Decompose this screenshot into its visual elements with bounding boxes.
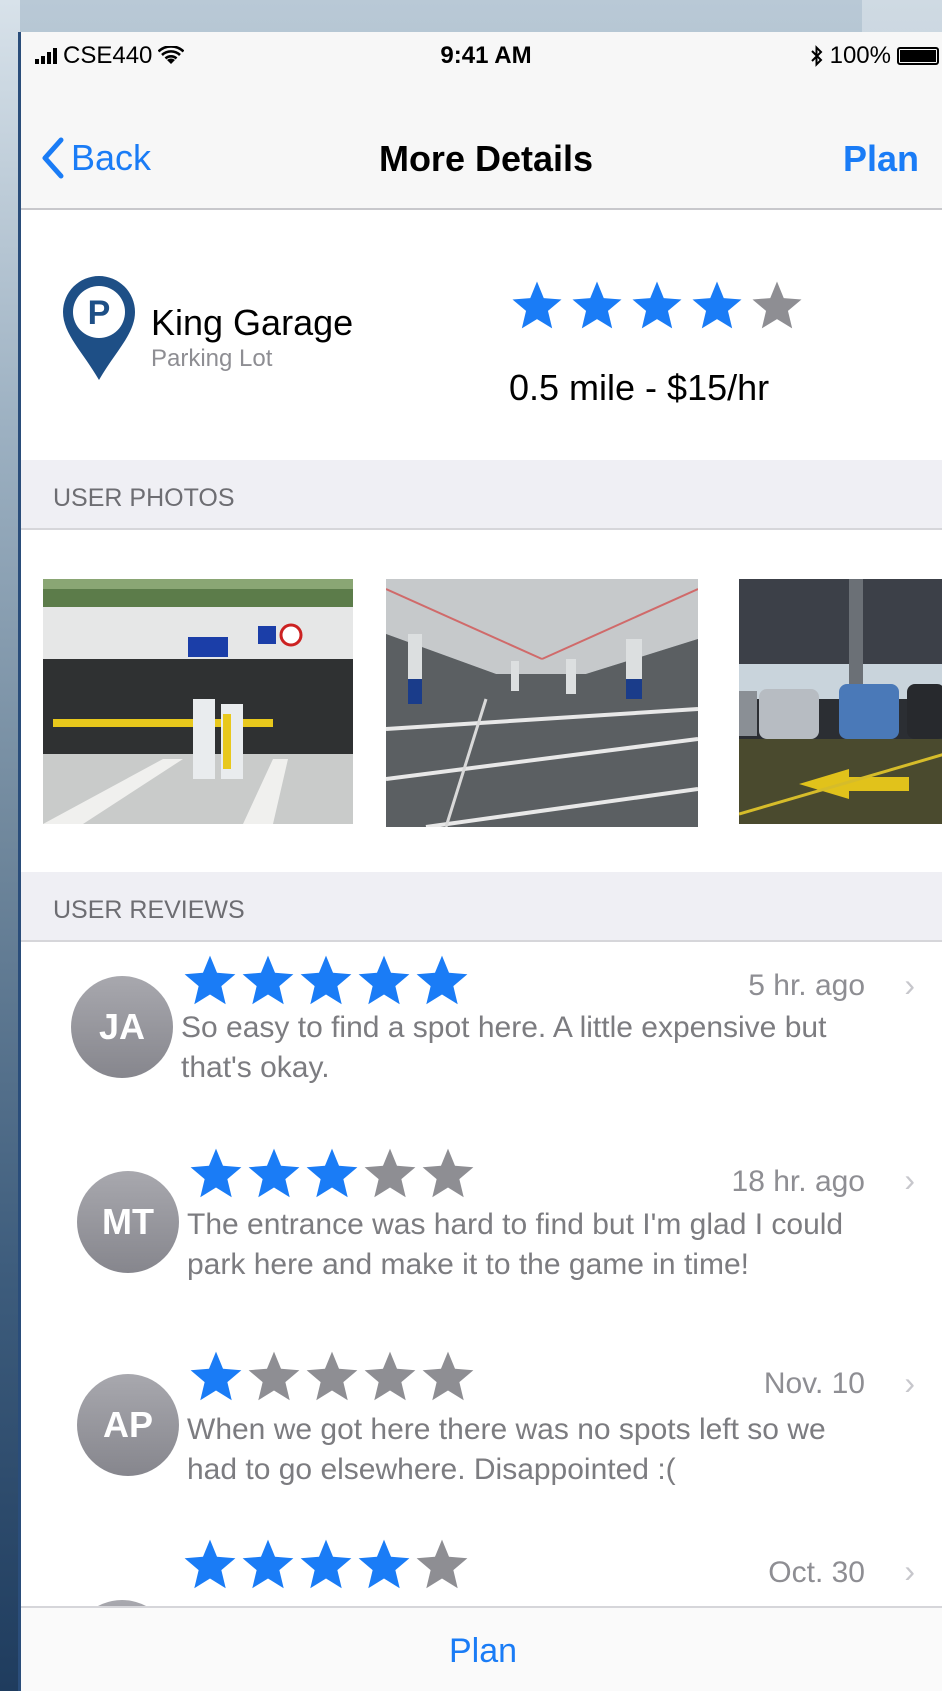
star-icon [364,1148,416,1198]
review-row[interactable]: AP Nov. 10 › When we got here there was … [21,1348,942,1548]
review-rating [187,1348,477,1406]
star-icon [572,281,622,329]
user-photo[interactable] [43,579,353,824]
plan-nav-button[interactable]: Plan [843,138,919,180]
avatar: AP [77,1374,179,1476]
plan-bottom-button[interactable]: Plan [21,1606,942,1691]
chevron-right-icon: › [904,1553,915,1589]
review-time: 5 hr. ago [748,969,865,1002]
star-icon [184,955,236,1005]
review-row[interactable]: JA 5 hr. ago › So easy to find a spot he… [21,942,942,1142]
chevron-right-icon: › [904,967,915,1003]
star-icon [248,1351,300,1401]
star-icon [416,1539,468,1589]
phone-screen: CSE440 9:41 AM 100% Back More Details Pl… [18,32,942,1691]
star-icon [422,1351,474,1401]
user-reviews-list: JA 5 hr. ago › So easy to find a spot he… [21,942,942,1632]
status-right: 100% [810,42,939,70]
star-icon [242,1539,294,1589]
star-icon [752,281,802,329]
star-icon [358,955,410,1005]
review-text: The entrance was hard to find but I'm gl… [187,1208,844,1281]
bluetooth-icon [810,45,823,67]
star-icon [306,1148,358,1198]
review-row[interactable]: MT 18 hr. ago › The entrance was hard to… [21,1145,942,1345]
parked-cars-photo [739,579,942,824]
battery-percent: 100% [829,42,891,69]
parking-pin-icon: P [63,276,135,380]
review-rating [181,1536,471,1594]
star-icon [242,955,294,1005]
place-name: King Garage [151,302,354,343]
navigation-bar: Back More Details Plan [21,78,942,210]
review-time: 18 hr. ago [731,1165,865,1198]
place-type: Parking Lot [151,345,273,372]
battery-icon [897,47,939,65]
review-rating [187,1145,477,1203]
review-time: Nov. 10 [763,1367,865,1400]
star-icon [306,1351,358,1401]
status-bar: CSE440 9:41 AM 100% [21,32,942,78]
user-photo[interactable] [386,579,698,827]
star-icon [632,281,682,329]
star-icon [416,955,468,1005]
avatar: JA [71,976,173,1078]
page-title: More Details [378,138,594,179]
star-icon [248,1148,300,1198]
review-text: When we got here there was no spots left… [187,1413,826,1486]
star-icon [300,955,352,1005]
avatar: MT [77,1171,179,1273]
review-text: So easy to find a spot here. A little ex… [181,1011,827,1084]
star-icon [364,1351,416,1401]
chevron-right-icon: › [904,1365,915,1401]
star-icon [358,1539,410,1589]
place-summary: P King Garage Parking Lot 0.5 mile - $15… [21,212,942,460]
star-icon [184,1539,236,1589]
star-icon [300,1539,352,1589]
place-rating [509,278,805,334]
parking-level-photo [386,579,698,827]
distance-price: 0.5 mile - $15/hr [509,367,770,408]
user-photos-carousel[interactable] [21,532,942,872]
star-icon [512,281,562,329]
review-rating [181,952,471,1010]
review-time: Oct. 30 [768,1556,865,1589]
star-icon [422,1148,474,1198]
star-icon [190,1351,242,1401]
chevron-right-icon: › [904,1162,915,1198]
user-photo[interactable] [739,579,942,824]
user-photos-header: USER PHOTOS [21,460,942,530]
user-reviews-header: USER REVIEWS [21,872,942,942]
svg-text:P: P [88,294,111,332]
star-icon [190,1148,242,1198]
garage-entrance-photo [43,579,353,824]
status-time: 9:41 AM [440,42,532,69]
star-icon [692,281,742,329]
background-left [0,0,20,1691]
